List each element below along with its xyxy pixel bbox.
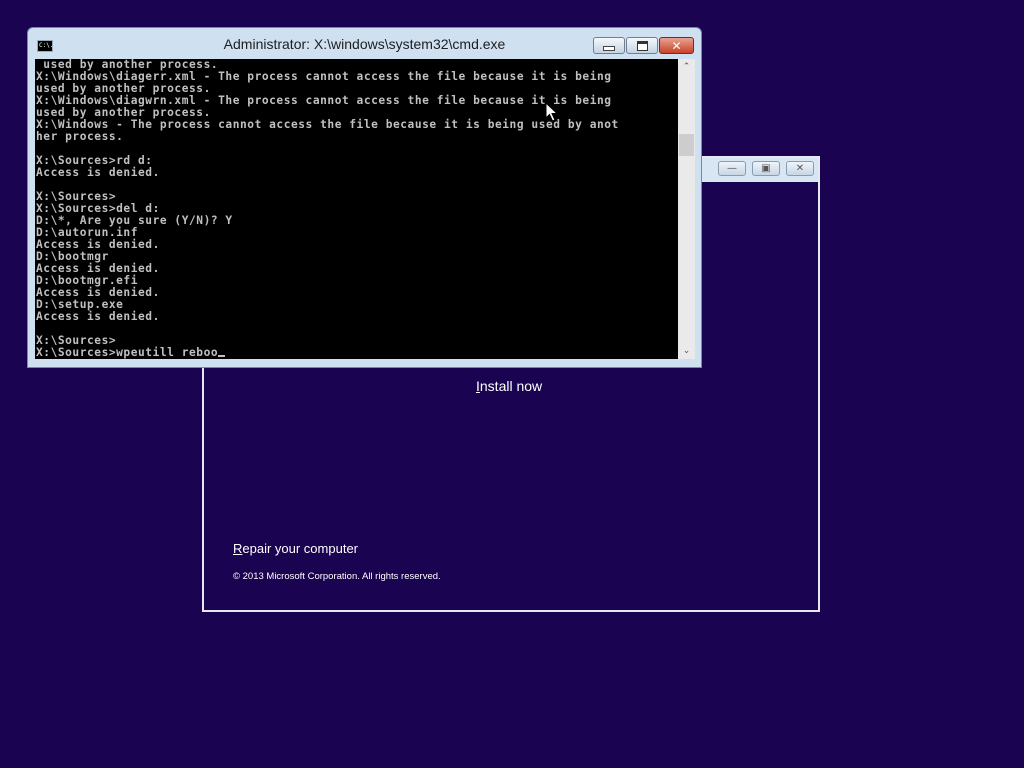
setup-maximize-button[interactable]: ▣ <box>752 161 780 176</box>
setup-minimize-button[interactable]: — <box>718 161 746 176</box>
console-line: her process. <box>36 130 124 143</box>
console-line: Access is denied. <box>36 310 160 323</box>
install-now-button[interactable]: Install now <box>476 378 542 394</box>
chevron-up-icon: ⌃ <box>682 62 691 72</box>
scroll-up-button[interactable]: ⌃ <box>678 59 695 75</box>
minimize-button[interactable] <box>593 37 625 54</box>
console-line: Access is denied. <box>36 166 160 179</box>
vertical-scrollbar[interactable]: ⌃ ⌄ <box>678 59 695 359</box>
cmd-window[interactable]: C:\. Administrator: X:\windows\system32\… <box>27 27 702 368</box>
maximize-button[interactable] <box>626 37 658 54</box>
minimize-icon: — <box>727 163 737 174</box>
scroll-down-button[interactable]: ⌄ <box>678 343 695 359</box>
repair-computer-link[interactable]: Repair your computer <box>233 541 358 556</box>
maximize-icon: ▣ <box>761 163 771 174</box>
close-button[interactable]: ✕ <box>659 37 694 54</box>
cmd-titlebar[interactable]: C:\. Administrator: X:\windows\system32\… <box>28 28 701 59</box>
setup-close-button[interactable]: ✕ <box>786 161 814 176</box>
command-input[interactable]: X:\Sources>wpeutill reboo <box>36 346 218 359</box>
close-icon: ✕ <box>795 163 805 174</box>
console-output[interactable]: used by another process. X:\Windows\diag… <box>35 59 678 359</box>
chevron-down-icon: ⌄ <box>682 346 691 356</box>
minimize-icon <box>603 46 615 51</box>
copyright-text: © 2013 Microsoft Corporation. All rights… <box>233 571 441 582</box>
maximize-icon <box>636 40 648 51</box>
console-text: used by another process. X:\Windows\diag… <box>35 59 678 359</box>
close-icon: ✕ <box>671 38 682 53</box>
mouse-pointer-icon <box>545 102 559 122</box>
scrollbar-thumb[interactable] <box>679 134 694 156</box>
text-cursor <box>218 355 226 357</box>
